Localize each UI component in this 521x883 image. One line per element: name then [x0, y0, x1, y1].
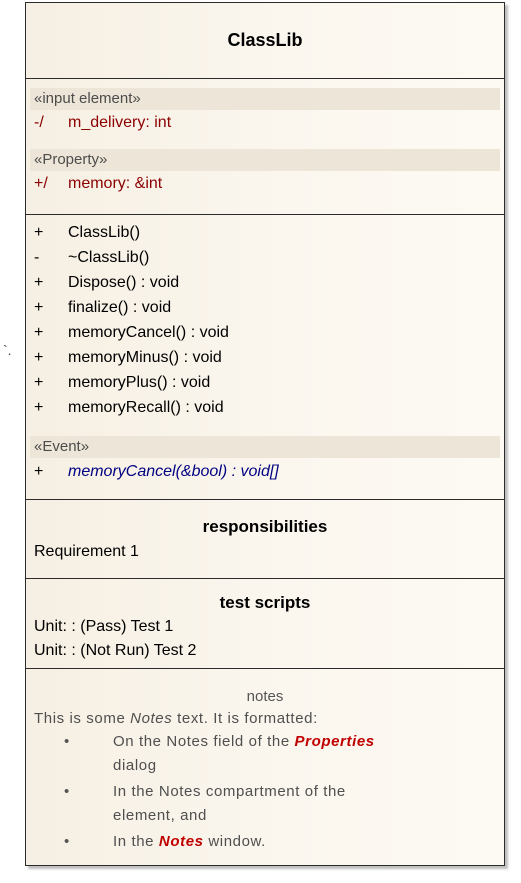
test-script-item[interactable]: Unit: : (Not Run) Test 2 [34, 642, 196, 660]
attribute-text: m_delivery: int [68, 114, 172, 131]
visibility-marker: -/ [34, 114, 44, 131]
visibility-marker: + [34, 463, 44, 480]
test-script-item[interactable]: Unit: : (Pass) Test 1 [34, 618, 173, 636]
visibility-marker: + [34, 224, 44, 241]
connector-end: `. [3, 342, 12, 358]
responsibilities-compartment: responsibilities Requirement 1 [26, 499, 504, 578]
notes-bullet-3: In the Notes window. [113, 833, 266, 850]
notes-bullet-1: On the Notes field of the Properties [113, 733, 375, 750]
bullet-icon: • [64, 733, 70, 750]
bullet-icon: • [64, 833, 70, 850]
responsibility-item[interactable]: Requirement 1 [34, 543, 139, 561]
visibility-marker: + [34, 299, 44, 316]
notes-intro-prefix: This is some [34, 710, 131, 727]
visibility-marker: + [34, 274, 44, 291]
visibility-marker: +/ [34, 175, 48, 192]
diagram-canvas: `. ClassLib «input element» -/ m_deliver… [0, 0, 521, 883]
bullet-text-suffix: window. [203, 833, 266, 850]
visibility-marker: + [34, 349, 44, 366]
notes-bullet-2-cont: element, and [113, 807, 207, 824]
stereotype-property: «Property» [30, 149, 500, 171]
notes-bullet-2: In the Notes compartment of the [113, 783, 346, 800]
notes-intro: This is some Notes text. It is formatted… [34, 710, 318, 727]
bullet-emphasis: Notes [158, 833, 204, 850]
operation-text: memoryRecall() : void [68, 399, 224, 416]
operation-text: ClassLib() [68, 224, 141, 241]
bullet-emphasis: Properties [294, 733, 375, 750]
class-name: ClassLib [227, 30, 303, 50]
responsibilities-heading: responsibilities [202, 517, 328, 536]
operations-compartment: + ClassLib() - ~ClassLib() + Dispose() :… [26, 214, 504, 499]
notes-intro-emphasis: Notes [130, 710, 173, 727]
bullet-icon: • [64, 783, 70, 800]
operation-text: ~ClassLib() [68, 249, 150, 266]
visibility-marker: + [34, 399, 44, 416]
visibility-marker: - [34, 249, 40, 266]
operation-text: finalize() : void [68, 299, 172, 316]
class-element[interactable]: ClassLib «input element» -/ m_delivery: … [25, 2, 505, 866]
notes-compartment: notes This is some Notes text. It is for… [26, 668, 504, 867]
bullet-text: On the Notes field of the [113, 733, 295, 750]
test-scripts-compartment: test scripts Unit: : (Pass) Test 1 Unit:… [26, 578, 504, 668]
operation-text: memoryPlus() : void [68, 374, 211, 391]
attribute-text: memory: &int [68, 175, 163, 192]
test-scripts-heading: test scripts [219, 593, 311, 612]
operation-text: Dispose() : void [68, 274, 180, 291]
attributes-compartment: «input element» -/ m_delivery: int «Prop… [26, 78, 504, 214]
visibility-marker: + [34, 324, 44, 341]
stereotype-event: «Event» [30, 436, 500, 458]
notes-intro-suffix: text. It is formatted: [172, 710, 318, 727]
stereotype-input-element: «input element» [30, 88, 500, 110]
notes-heading: notes [246, 688, 284, 705]
visibility-marker: + [34, 374, 44, 391]
notes-bullet-1-cont: dialog [113, 757, 157, 774]
event-text: memoryCancel(&bool) : void[] [68, 463, 279, 480]
operation-text: memoryCancel() : void [68, 324, 229, 341]
operation-text: memoryMinus() : void [68, 349, 222, 366]
bullet-text: In the [113, 833, 159, 850]
class-name-compartment: ClassLib [26, 3, 504, 78]
